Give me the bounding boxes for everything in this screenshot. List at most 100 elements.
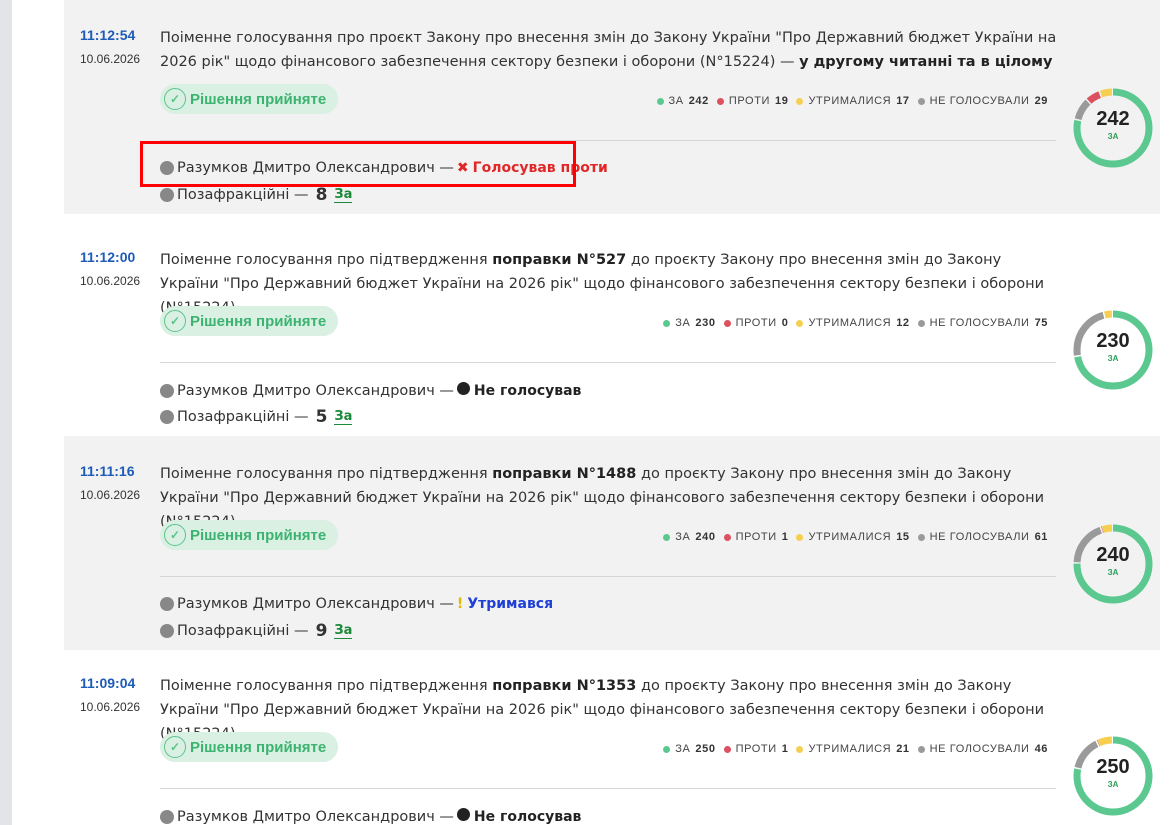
vote-item: 11:11:16 10.06.2026 Поіменне голосування…	[64, 436, 1160, 650]
stat-against-count: 19	[775, 95, 789, 107]
x-mark-icon: ✖	[456, 160, 469, 176]
deputy-result: Не голосував	[456, 382, 581, 399]
vote-time[interactable]: 11:12:54	[80, 27, 150, 43]
vote-title[interactable]: Поіменне голосування про проєкт Закону п…	[160, 26, 1060, 74]
deputy-vote: Разумков Дмитро Олександрович — ✖ Голосув…	[160, 160, 608, 176]
dot-green-icon	[663, 319, 671, 327]
vote-gauge: 240 ЗА	[1071, 522, 1155, 606]
stat-against-label: ПРОТИ	[735, 317, 777, 329]
stat-absent-count: 29	[1034, 95, 1048, 107]
check-circle-icon: ✓	[164, 736, 186, 758]
vote-stats: ЗА 242 ПРОТИ 19 УТРИМАЛИСЯ 17 НЕ ГОЛОСУВ…	[656, 95, 1049, 107]
black-dot-icon	[456, 808, 470, 821]
faction-vote: Позафракційні — 9 За	[160, 621, 353, 641]
dot-yellow-icon	[796, 533, 804, 541]
decision-badge: ✓ Рішення прийняте	[160, 732, 339, 762]
divider	[160, 362, 1056, 363]
vote-time[interactable]: 11:11:16	[80, 463, 150, 479]
faction-for-label[interactable]: За	[334, 623, 353, 639]
title-text: Поіменне голосування про підтвердження	[160, 252, 488, 268]
vote-item: 11:12:00 10.06.2026 Поіменне голосування…	[64, 222, 1160, 436]
dot-red-icon	[716, 97, 724, 105]
avatar	[160, 410, 174, 424]
stat-abstain: УТРИМАЛИСЯ 17	[796, 95, 909, 107]
deputy-name[interactable]: Разумков Дмитро Олександрович —	[177, 596, 454, 612]
decision-badge: ✓ Рішення прийняте	[160, 84, 339, 114]
dot-green-icon	[663, 745, 671, 753]
stat-against-label: ПРОТИ	[728, 95, 771, 107]
faction-name[interactable]: Позафракційні —	[177, 187, 309, 203]
dot-red-icon	[723, 533, 731, 541]
result-text: Голосував проти	[472, 160, 608, 176]
decision-label: Рішення прийняте	[190, 90, 327, 108]
faction-count: 8	[315, 185, 328, 205]
stat-for-label: ЗА	[675, 743, 691, 755]
stat-for: ЗА 230	[663, 317, 715, 329]
vote-time[interactable]: 11:09:04	[80, 675, 150, 691]
stat-for-label: ЗА	[675, 531, 691, 543]
stat-abstain-label: УТРИМАЛИСЯ	[808, 743, 892, 755]
stat-absent: НЕ ГОЛОСУВАЛИ 61	[917, 531, 1048, 543]
gauge-label: ЗА	[1107, 568, 1119, 577]
stat-abstain-count: 15	[896, 531, 910, 543]
stat-against-count: 1	[781, 531, 789, 543]
avatar	[160, 809, 174, 824]
deputy-name[interactable]: Разумков Дмитро Олександрович —	[177, 160, 454, 176]
title-bold: поправки N°1353	[492, 678, 637, 694]
vote-stats: ЗА 240 ПРОТИ 1 УТРИМАЛИСЯ 15 НЕ ГОЛОСУВА…	[663, 531, 1048, 543]
faction-count: 5	[315, 407, 328, 427]
stat-abstain-label: УТРИМАЛИСЯ	[808, 317, 892, 329]
stat-abstain: УТРИМАЛИСЯ 15	[796, 531, 909, 543]
deputy-vote: Разумков Дмитро Олександрович — ! Утримав…	[160, 596, 553, 612]
stat-absent-count: 46	[1034, 743, 1048, 755]
gauge-count: 250	[1096, 756, 1130, 778]
stat-for-count: 242	[688, 95, 709, 107]
stat-against-label: ПРОТИ	[735, 531, 777, 543]
vote-gauge: 242 ЗА	[1071, 86, 1155, 170]
deputy-name[interactable]: Разумков Дмитро Олександрович —	[177, 383, 454, 399]
dot-green-icon	[663, 533, 671, 541]
faction-for-label[interactable]: За	[334, 409, 353, 425]
stat-absent: НЕ ГОЛОСУВАЛИ 75	[917, 317, 1048, 329]
avatar	[160, 383, 174, 398]
divider	[160, 788, 1056, 789]
gauge-label: ЗА	[1107, 354, 1119, 363]
avatar	[160, 188, 174, 202]
vote-date: 10.06.2026	[80, 274, 141, 288]
exclamation-icon: !	[456, 596, 464, 612]
check-circle-icon: ✓	[164, 88, 186, 110]
stat-absent-label: НЕ ГОЛОСУВАЛИ	[929, 743, 1030, 755]
dot-red-icon	[723, 745, 731, 753]
stat-absent-label: НЕ ГОЛОСУВАЛИ	[929, 95, 1030, 107]
vote-time[interactable]: 11:12:00	[80, 249, 150, 265]
decision-label: Рішення прийняте	[190, 312, 327, 330]
gauge-count: 242	[1096, 108, 1130, 130]
stat-for: ЗА 240	[663, 531, 715, 543]
faction-count: 9	[315, 621, 328, 641]
vote-stats: ЗА 250 ПРОТИ 1 УТРИМАЛИСЯ 21 НЕ ГОЛОСУВА…	[663, 743, 1048, 755]
result-text: Утримався	[467, 596, 554, 612]
stat-abstain-label: УТРИМАЛИСЯ	[808, 95, 892, 107]
dot-green-icon	[656, 97, 664, 105]
deputy-name[interactable]: Разумков Дмитро Олександрович —	[177, 809, 454, 825]
faction-vote: Позафракційні — 5 За	[160, 407, 353, 427]
dot-grey-icon	[917, 533, 925, 541]
faction-for-label[interactable]: За	[334, 187, 353, 203]
decision-label: Рішення прийняте	[190, 526, 327, 544]
stat-against: ПРОТИ 1	[723, 743, 789, 755]
stat-against: ПРОТИ 1	[723, 531, 789, 543]
stat-for: ЗА 242	[656, 95, 709, 107]
stat-for: ЗА 250	[663, 743, 715, 755]
stat-abstain-count: 17	[896, 95, 910, 107]
stat-abstain-count: 21	[896, 743, 910, 755]
vote-gauge: 250 ЗА	[1071, 734, 1155, 818]
faction-name[interactable]: Позафракційні —	[177, 623, 309, 639]
deputy-result: ✖ Голосував проти	[457, 160, 608, 176]
faction-name[interactable]: Позафракційні —	[177, 409, 309, 425]
decision-badge: ✓ Рішення прийняте	[160, 306, 339, 336]
stat-abstain: УТРИМАЛИСЯ 21	[796, 743, 909, 755]
title-bold: поправки N°1488	[492, 466, 637, 482]
stat-abstain: УТРИМАЛИСЯ 12	[796, 317, 909, 329]
stat-for-count: 250	[695, 743, 716, 755]
vote-stats: ЗА 230 ПРОТИ 0 УТРИМАЛИСЯ 12 НЕ ГОЛОСУВА…	[663, 317, 1048, 329]
